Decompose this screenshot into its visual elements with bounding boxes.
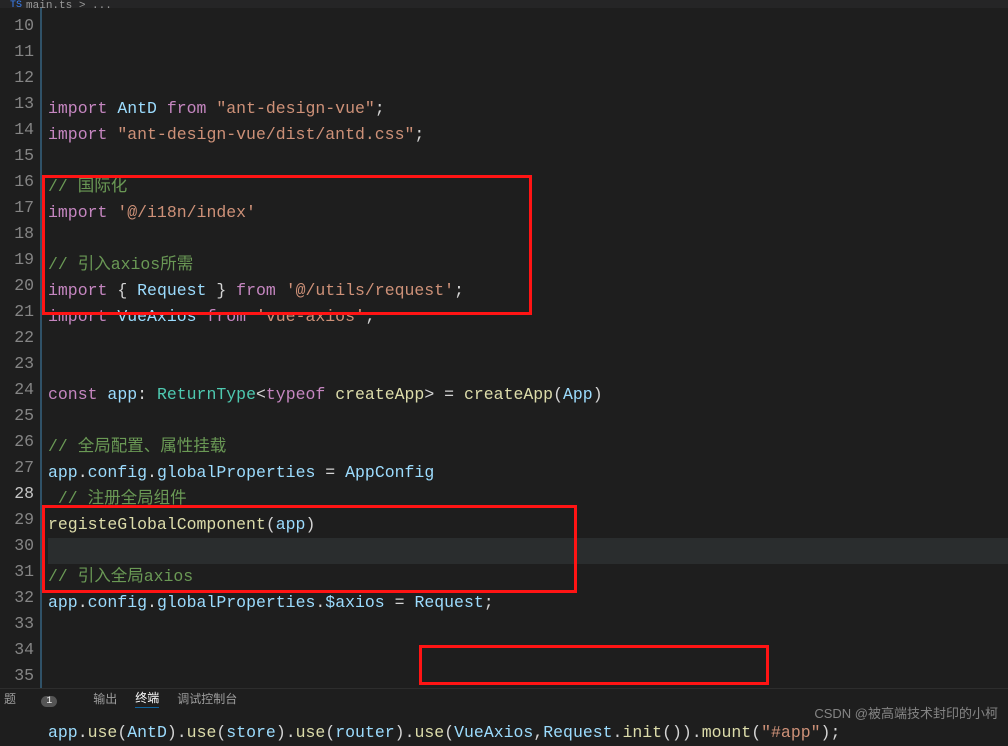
panel-debug[interactable]: 调试控制台 [177,690,237,707]
panel-output[interactable]: 输出 [93,690,117,707]
watermark: CSDN @被高端技术封印的小柯 [814,703,998,722]
code-line-31[interactable] [48,616,1008,642]
code-line-17[interactable]: // 引入axios所需 [48,252,1008,278]
code-line-16[interactable] [48,226,1008,252]
indent-guide [40,8,42,688]
code-line-30[interactable]: app.config.globalProperties.$axios = Req… [48,590,1008,616]
typescript-file-icon: TS [10,0,22,8]
code-line-19[interactable]: import VueAxios from 'vue-axios'; [48,304,1008,330]
code-line-26[interactable]: // 注册全局组件 [48,486,1008,512]
code-line-29[interactable]: // 引入全局axios [48,564,1008,590]
code-line-20[interactable] [48,330,1008,356]
code-line-10[interactable] [48,70,1008,96]
code-area[interactable]: import AntD from "ant-design-vue";import… [40,8,1008,694]
panel-terminal[interactable]: 终端 [135,689,159,708]
line-number-gutter: 1011121314151617181920212223242526272829… [0,8,40,694]
code-line-23[interactable] [48,408,1008,434]
code-line-32[interactable] [48,642,1008,668]
code-line-22[interactable]: const app: ReturnType<typeof createApp> … [48,382,1008,408]
code-line-28[interactable] [48,538,1008,564]
breadcrumb-more[interactable]: ... [92,0,112,8]
code-line-15[interactable]: import '@/i18n/index' [48,200,1008,226]
code-line-24[interactable]: // 全局配置、属性挂载 [48,434,1008,460]
code-line-11[interactable]: import AntD from "ant-design-vue"; [48,96,1008,122]
code-line-14[interactable]: // 国际化 [48,174,1008,200]
code-line-21[interactable] [48,356,1008,382]
code-line-25[interactable]: app.config.globalProperties = AppConfig [48,460,1008,486]
code-line-18[interactable]: import { Request } from '@/utils/request… [48,278,1008,304]
tab-bar: TS main.ts > ... [0,0,1008,8]
code-line-27[interactable]: registeGlobalComponent(app) [48,512,1008,538]
panel-problems[interactable]: 题 1 [4,690,75,707]
breadcrumb-separator: > [72,0,92,8]
tab-filename[interactable]: main.ts [26,0,72,8]
code-line-13[interactable] [48,148,1008,174]
code-editor[interactable]: 1011121314151617181920212223242526272829… [0,8,1008,694]
code-line-12[interactable]: import "ant-design-vue/dist/antd.css"; [48,122,1008,148]
